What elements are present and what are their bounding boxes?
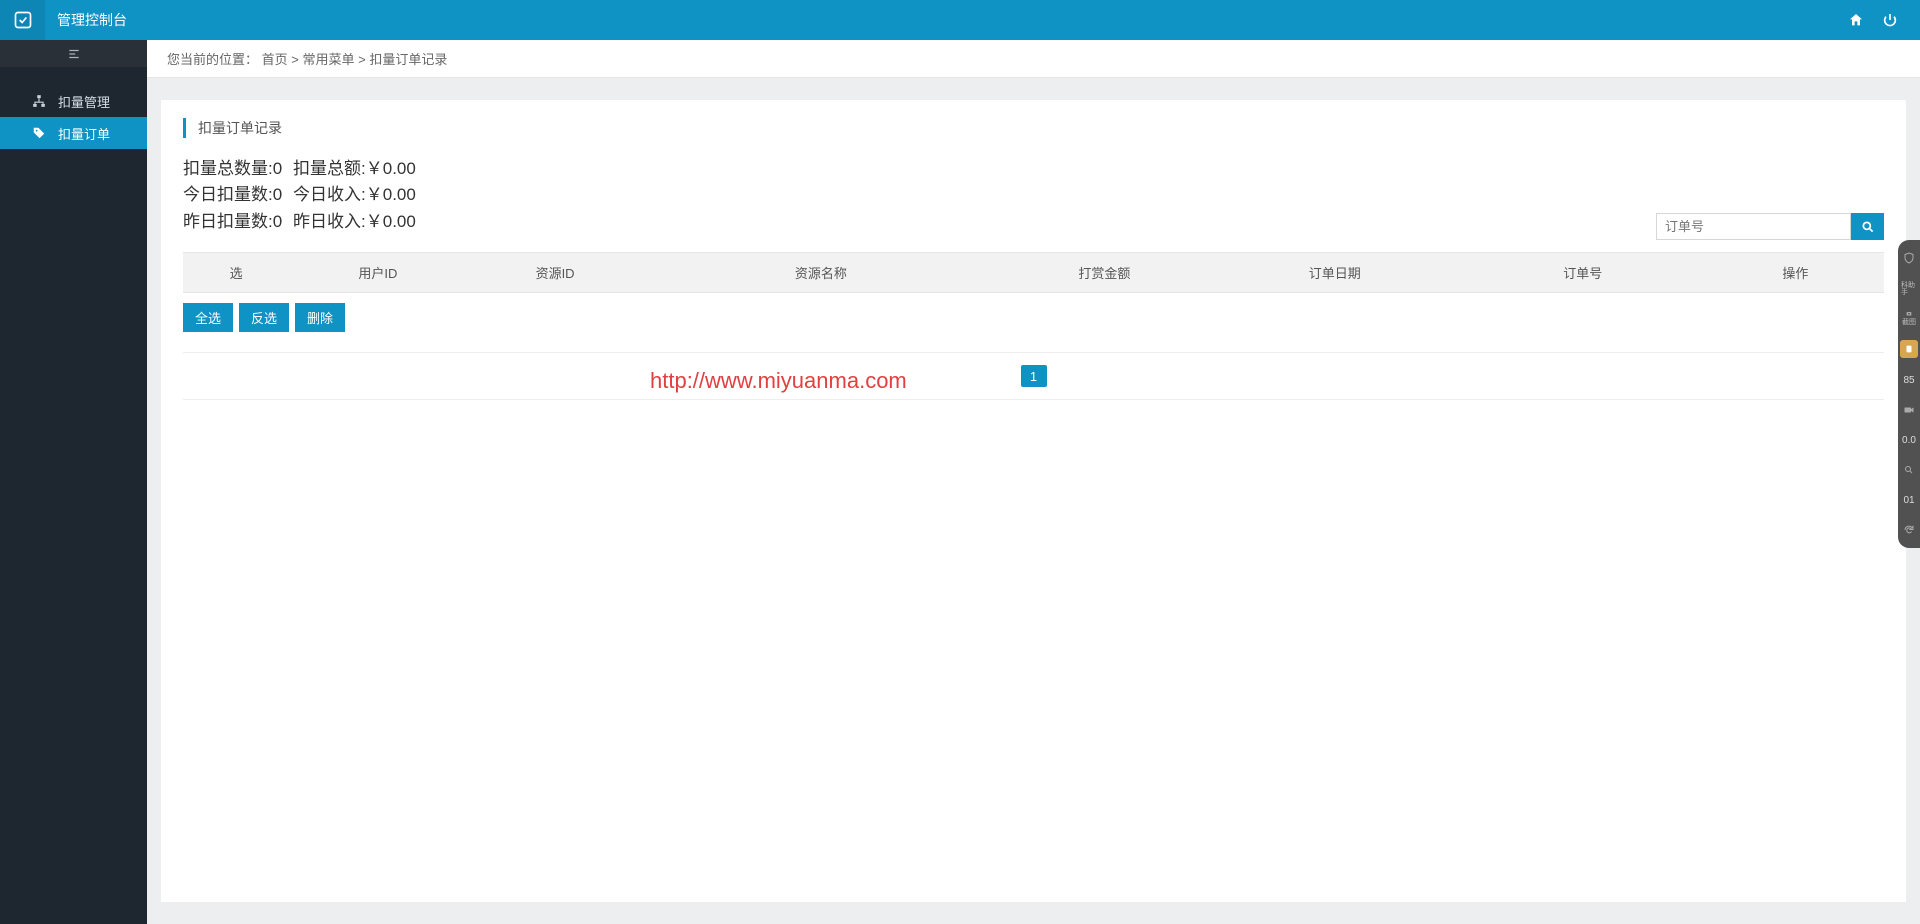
widget-camera-icon[interactable]: 截图 xyxy=(1901,310,1917,326)
collapse-toggle[interactable] xyxy=(0,40,147,67)
top-header: 管理控制台 xyxy=(0,0,1920,40)
col-amount: 打赏金额 xyxy=(998,253,1211,293)
sidebar: 扣量管理 扣量订单 xyxy=(0,40,147,924)
total-amount-value: ￥0.00 xyxy=(366,159,416,178)
sitemap-icon xyxy=(32,94,46,108)
sidebar-item-deduction-order[interactable]: 扣量订单 xyxy=(0,117,147,149)
sidebar-item-label: 扣量订单 xyxy=(58,124,110,143)
sidebar-item-label: 扣量管理 xyxy=(58,92,110,111)
yest-income-value: ￥0.00 xyxy=(366,212,416,231)
today-count-value: 0 xyxy=(273,185,282,204)
today-income-value: ￥0.00 xyxy=(366,185,416,204)
widget-badge-icon[interactable] xyxy=(1900,340,1918,358)
app-title: 管理控制台 xyxy=(57,10,127,30)
widget-shield-icon[interactable] xyxy=(1901,250,1917,266)
order-table: 选 用户ID 资源ID 资源名称 打赏金额 订单日期 订单号 操作 xyxy=(183,252,1884,293)
yest-income-label: 昨日收入: xyxy=(293,212,366,231)
pagination: 1 xyxy=(183,352,1884,400)
breadcrumb-mid[interactable]: 常用菜单 xyxy=(303,52,355,67)
power-icon[interactable] xyxy=(1882,12,1898,28)
yest-count-label: 昨日扣量数: xyxy=(183,212,273,231)
search-button[interactable] xyxy=(1851,213,1884,240)
delete-button[interactable]: 删除 xyxy=(295,303,345,332)
col-resname: 资源名称 xyxy=(644,253,998,293)
invert-select-button[interactable]: 反选 xyxy=(239,303,289,332)
widget-num-01: 01 xyxy=(1901,492,1917,508)
col-action: 操作 xyxy=(1707,253,1884,293)
widget-num-00: 0.0 xyxy=(1901,432,1917,448)
panel-title: 扣量订单记录 xyxy=(183,118,1884,138)
tag-icon xyxy=(32,126,46,140)
widget-num-85: 85 xyxy=(1901,372,1917,388)
breadcrumb-current: 扣量订单记录 xyxy=(369,52,447,67)
widget-refresh-icon[interactable] xyxy=(1901,522,1917,538)
yest-count-value: 0 xyxy=(273,212,282,231)
col-userid: 用户ID xyxy=(289,253,466,293)
breadcrumb-sep: > xyxy=(358,52,369,67)
page-1[interactable]: 1 xyxy=(1021,365,1047,387)
breadcrumb-sep: > xyxy=(291,52,302,67)
side-widget: 科助手 截图 85 0.0 01 xyxy=(1898,240,1920,548)
total-count-label: 扣量总数量: xyxy=(183,159,273,178)
sidebar-item-deduction-manage[interactable]: 扣量管理 xyxy=(0,85,147,117)
total-count-value: 0 xyxy=(273,159,282,178)
logo-icon xyxy=(0,0,45,40)
today-count-label: 今日扣量数: xyxy=(183,185,273,204)
total-amount-label: 扣量总额: xyxy=(293,159,366,178)
col-select: 选 xyxy=(183,253,289,293)
select-all-button[interactable]: 全选 xyxy=(183,303,233,332)
col-date: 订单日期 xyxy=(1211,253,1459,293)
home-icon[interactable] xyxy=(1848,12,1864,28)
today-income-label: 今日收入: xyxy=(293,185,366,204)
widget-video-icon[interactable] xyxy=(1901,402,1917,418)
widget-headset-icon[interactable]: 科助手 xyxy=(1901,280,1917,296)
col-orderno: 订单号 xyxy=(1459,253,1707,293)
breadcrumb: 您当前的位置： 首页 > 常用菜单 > 扣量订单记录 xyxy=(147,40,1920,78)
col-resid: 资源ID xyxy=(466,253,643,293)
search-input[interactable] xyxy=(1656,213,1851,240)
breadcrumb-prefix: 您当前的位置： xyxy=(167,52,258,67)
breadcrumb-home[interactable]: 首页 xyxy=(262,52,288,67)
widget-search-icon[interactable] xyxy=(1901,462,1917,478)
